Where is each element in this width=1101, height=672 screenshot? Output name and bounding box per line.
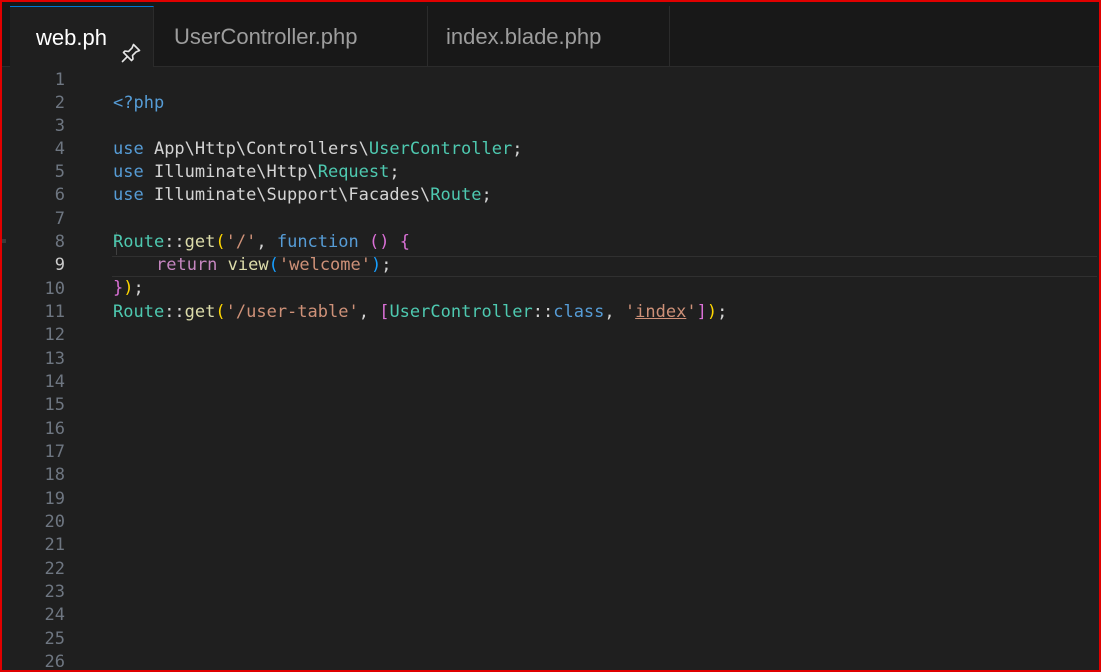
editor-tab-bar: web.ph UserController.php index.blade.ph… (2, 2, 1099, 67)
code-line-10: Route::get('/user-table', [UserControlle… (2, 278, 1099, 322)
comma: , (358, 302, 380, 322)
line-number: 24 (44, 605, 65, 625)
line-number: 25 (44, 629, 65, 649)
line-number: 14 (44, 372, 65, 392)
class-name: Route (113, 302, 165, 322)
tab-usercontroller-php[interactable]: UserController.php (154, 6, 428, 66)
line-number: 20 (44, 512, 65, 532)
tab-label: UserController.php (174, 24, 358, 49)
semicolon: ; (717, 302, 728, 322)
code-editor[interactable]: 1 2 3 4 5 6 7 8 9 10 11 12 13 14 15 16 1… (2, 67, 1099, 670)
pin-icon[interactable] (119, 27, 143, 63)
namespace-path: Illuminate\Support\Facades\ (143, 185, 431, 205)
scope-operator: :: (164, 302, 185, 322)
php-open-tag: <?php (113, 93, 165, 113)
string-literal: index (635, 302, 687, 322)
bracket: ] (696, 302, 707, 322)
bracket: [ (379, 302, 390, 322)
use-keyword: use (113, 185, 144, 205)
line-number: 26 (44, 652, 65, 670)
line-number: 23 (44, 582, 65, 602)
tab-web-php[interactable]: web.ph (10, 6, 154, 67)
class-name: Route (430, 185, 482, 205)
method-name: get (184, 302, 216, 322)
bracket: ) (706, 302, 718, 322)
line-number: 18 (44, 465, 65, 485)
code-line-1: <?php (2, 69, 1099, 113)
scope-operator: :: (532, 302, 554, 322)
line-number: 13 (44, 349, 65, 369)
code-line-8: return view('welcome'); (2, 231, 1099, 275)
line-number: 19 (44, 489, 65, 509)
semicolon: ; (481, 185, 492, 205)
code-line-4: use Illuminate\Http\Request; (2, 138, 1099, 182)
line-number: 15 (44, 395, 65, 415)
code-line-7: Route::get('/', function () { (2, 208, 1099, 252)
tab-label: web.ph (36, 25, 107, 50)
line-number: 22 (44, 559, 65, 579)
code-line-3: use App\Http\Controllers\UserController; (2, 115, 1099, 159)
tab-label: index.blade.php (446, 24, 602, 49)
quote: ' (624, 302, 636, 322)
class-keyword: class (553, 302, 605, 322)
code-line-9: }); (2, 254, 1099, 298)
comma: , (604, 302, 625, 322)
bracket: ( (215, 302, 226, 322)
line-number: 21 (44, 535, 65, 555)
line-number: 17 (44, 442, 65, 462)
class-name: UserController (389, 302, 533, 322)
quote: ' (686, 302, 697, 322)
line-number: 16 (44, 419, 65, 439)
code-line-5: use Illuminate\Support\Facades\Route; (2, 161, 1099, 205)
tab-index-blade-php[interactable]: index.blade.php (428, 6, 670, 66)
string-literal: '/user-table' (225, 302, 359, 322)
